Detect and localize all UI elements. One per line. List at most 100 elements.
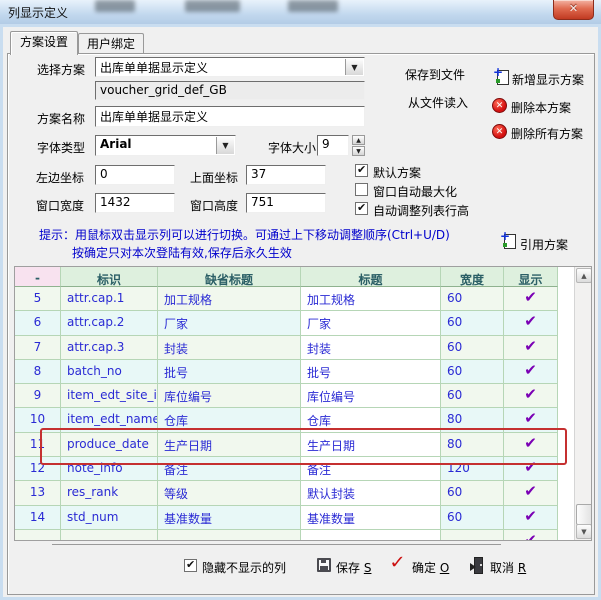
col-header-default-title[interactable]: 缺省标题 (158, 267, 301, 287)
visible-check-icon[interactable]: ✔ (504, 457, 558, 481)
table-cell[interactable]: 8 (15, 360, 61, 384)
table-cell[interactable]: 9 (15, 384, 61, 408)
table-cell[interactable]: 6 (15, 311, 61, 335)
vertical-scrollbar[interactable]: ▲ ▼ (574, 267, 592, 540)
table-cell[interactable] (15, 530, 61, 541)
ok-button[interactable]: 确定 O (412, 559, 449, 576)
table-row[interactable]: 5attr.cap.1加工规格加工规格60✔ (15, 287, 558, 311)
table-cell[interactable]: 7 (15, 336, 61, 360)
table-cell[interactable]: 生产日期 (301, 433, 441, 457)
table-cell[interactable]: 10 (15, 408, 61, 432)
table-row[interactable]: 6attr.cap.2厂家厂家60✔ (15, 311, 558, 335)
table-cell[interactable]: 备注 (158, 457, 301, 481)
table-cell[interactable]: 仓库 (301, 408, 441, 432)
col-header-width[interactable]: 宽度 (441, 267, 504, 287)
table-cell[interactable]: 仓库 (158, 408, 301, 432)
cancel-door-icon[interactable] (470, 557, 485, 572)
table-row[interactable]: 12note_info备注备注120✔ (15, 457, 558, 481)
table-cell[interactable]: 库位编号 (158, 384, 301, 408)
table-cell[interactable]: 60 (441, 384, 504, 408)
table-cell[interactable]: 厂家 (301, 311, 441, 335)
col-header-dash[interactable]: - (15, 267, 61, 287)
table-cell[interactable]: 封装 (158, 336, 301, 360)
font-size-input[interactable]: 9 (317, 135, 349, 156)
table-cell[interactable]: batch_no (61, 360, 158, 384)
visible-check-icon[interactable]: ✔ (504, 336, 558, 360)
table-cell[interactable]: 12 (15, 457, 61, 481)
table-cell[interactable]: 60 (441, 360, 504, 384)
auto-row-height-checkbox[interactable] (355, 202, 368, 215)
table-cell[interactable]: 生产日期 (158, 433, 301, 457)
table-cell[interactable]: 基准数量 (301, 506, 441, 530)
select-plan-combobox[interactable]: 出库单单据显示定义 ▼ (95, 57, 365, 77)
table-row[interactable]: 14std_num基准数量基准数量60✔ (15, 506, 558, 530)
auto-maximize-checkbox[interactable] (355, 183, 368, 196)
table-cell[interactable]: produce_date (61, 433, 158, 457)
hide-hidden-columns-checkbox[interactable] (184, 559, 197, 572)
font-type-combobox[interactable]: Arial ▼ (95, 135, 236, 156)
table-cell[interactable]: 60 (441, 336, 504, 360)
table-row[interactable]: 11produce_date生产日期生产日期80✔ (15, 433, 558, 457)
col-header-id[interactable]: 标识 (61, 267, 158, 287)
table-cell[interactable]: 60 (441, 506, 504, 530)
table-cell[interactable]: attr.cap.3 (61, 336, 158, 360)
table-cell[interactable]: item_edt_site_id (61, 384, 158, 408)
visible-check-icon[interactable]: ✔ (504, 384, 558, 408)
scrollbar-thumb[interactable] (576, 504, 592, 525)
top-coord-input[interactable]: 37 (246, 165, 326, 185)
table-cell[interactable]: 80 (441, 433, 504, 457)
window-height-input[interactable]: 751 (246, 193, 326, 213)
table-row[interactable]: 9item_edt_site_id库位编号库位编号60✔ (15, 384, 558, 408)
add-plan-icon[interactable]: + (493, 68, 509, 84)
chevron-down-icon[interactable]: ▼ (345, 59, 363, 75)
table-cell[interactable]: 基准数量 (158, 506, 301, 530)
visible-check-icon[interactable]: ✔ (504, 287, 558, 311)
table-row[interactable]: 7attr.cap.3封装封装60✔ (15, 336, 558, 360)
table-cell[interactable]: item_edt_name (61, 408, 158, 432)
table-cell[interactable]: attr.cap.1 (61, 287, 158, 311)
cancel-button[interactable]: 取消 R (490, 559, 526, 576)
delete-plan-button[interactable]: 删除本方案 (511, 99, 571, 116)
table-cell[interactable]: 批号 (158, 360, 301, 384)
table-cell[interactable]: 13 (15, 481, 61, 505)
table-cell[interactable]: 120 (441, 457, 504, 481)
table-row[interactable]: 13res_rank等级默认封装60✔ (15, 481, 558, 505)
col-header-show[interactable]: 显示 (504, 267, 558, 287)
spinner-up-icon[interactable]: ▲ (352, 135, 365, 145)
read-from-file-button[interactable]: 从文件读入 (408, 94, 468, 111)
table-cell[interactable] (301, 530, 441, 541)
ok-check-icon[interactable]: ✓ (389, 552, 406, 573)
table-cell[interactable]: 60 (441, 311, 504, 335)
window-width-input[interactable]: 1432 (95, 193, 175, 213)
spinner-down-icon[interactable]: ▼ (352, 146, 365, 156)
save-icon[interactable] (317, 558, 331, 572)
visible-check-icon[interactable]: ✔ (504, 433, 558, 457)
visible-check-icon[interactable]: ✔ (504, 408, 558, 432)
table-cell[interactable]: 厂家 (158, 311, 301, 335)
col-header-title[interactable]: 标题 (301, 267, 441, 287)
visible-check-icon[interactable]: ✔ (504, 311, 558, 335)
table-cell[interactable]: attr.cap.2 (61, 311, 158, 335)
table-cell[interactable]: 60 (441, 481, 504, 505)
table-cell[interactable]: 加工规格 (301, 287, 441, 311)
table-cell[interactable]: 封装 (301, 336, 441, 360)
delete-plan-icon[interactable]: ✕ (492, 98, 507, 113)
table-cell[interactable]: 80 (441, 408, 504, 432)
table-row[interactable]: 10item_edt_name仓库仓库80✔ (15, 408, 558, 432)
table-cell[interactable]: res_rank (61, 481, 158, 505)
table-cell[interactable]: 批号 (301, 360, 441, 384)
visible-check-icon[interactable]: ✔ (504, 360, 558, 384)
table-cell[interactable]: 备注 (301, 457, 441, 481)
table-cell[interactable]: 60 (441, 287, 504, 311)
table-cell[interactable]: std_num (61, 506, 158, 530)
add-plan-button[interactable]: 新增显示方案 (512, 71, 584, 88)
table-row[interactable]: 8batch_no批号批号60✔ (15, 360, 558, 384)
scroll-down-icon[interactable]: ▼ (576, 524, 592, 539)
save-button[interactable]: 保存 S (336, 559, 371, 576)
titlebar[interactable]: 列显示定义 (0, 0, 601, 25)
table-cell[interactable] (158, 530, 301, 541)
table-cell[interactable]: 11 (15, 433, 61, 457)
plan-name-input[interactable]: 出库单单据显示定义 (95, 106, 365, 127)
table-cell[interactable]: 等级 (158, 481, 301, 505)
table-cell[interactable]: 默认封装 (301, 481, 441, 505)
